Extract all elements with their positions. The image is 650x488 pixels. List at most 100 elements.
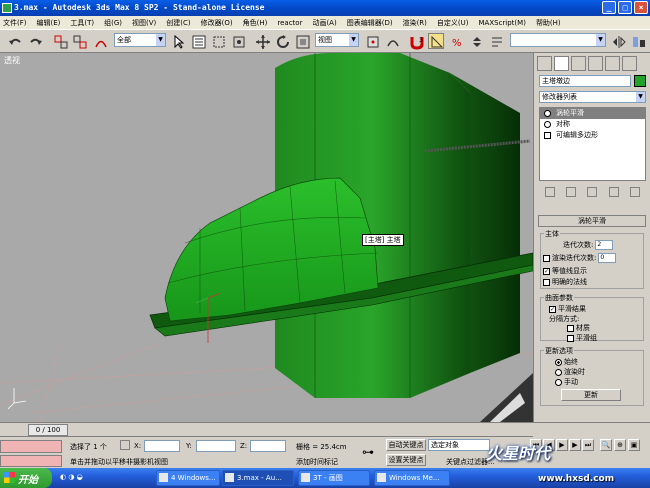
z-coordinate-field[interactable] xyxy=(250,440,286,452)
auto-key-button[interactable]: 自动关键点 xyxy=(386,439,426,451)
zoom-icon[interactable]: 🔍 xyxy=(600,439,612,451)
menu-help[interactable]: 帮助(H) xyxy=(536,18,561,28)
smooth-result-checkbox[interactable]: ✓ xyxy=(549,305,556,313)
isoline-checkbox[interactable]: ✓ xyxy=(543,267,550,275)
add-time-tag[interactable]: 添加时间标记 xyxy=(296,457,338,467)
modify-tab-icon[interactable] xyxy=(554,56,569,71)
viewport-label[interactable]: 透视 xyxy=(4,55,20,66)
pivot-point-icon[interactable] xyxy=(364,33,380,49)
angle-snap-icon[interactable] xyxy=(428,33,444,49)
show-end-result-icon[interactable] xyxy=(566,187,577,197)
zoom-extents-icon[interactable]: ▣ xyxy=(628,439,640,451)
close-button[interactable]: × xyxy=(634,1,648,14)
time-slider-handle[interactable]: 0 / 100 xyxy=(28,424,68,436)
select-and-link-icon[interactable] xyxy=(52,33,68,49)
expand-icon[interactable] xyxy=(544,132,551,139)
selection-filter-dropdown[interactable]: 全部 ▼ xyxy=(114,33,166,47)
key-icon[interactable]: ⊶ xyxy=(362,445,374,459)
selected-object-dropdown[interactable]: 选定对象 xyxy=(428,439,490,451)
play-icon[interactable]: ▶ xyxy=(556,439,568,451)
menu-rendering[interactable]: 渲染(R) xyxy=(403,18,427,28)
maximize-button[interactable]: □ xyxy=(618,1,632,14)
select-and-manipulate-icon[interactable] xyxy=(384,33,400,49)
menu-create[interactable]: 创建(C) xyxy=(166,18,190,28)
taskbar-item[interactable]: 4 Windows... xyxy=(156,470,220,486)
explicit-normals-checkbox[interactable] xyxy=(543,278,550,286)
taskbar-item[interactable]: Windows Me... xyxy=(374,470,450,486)
start-button[interactable]: 开始 xyxy=(0,468,52,488)
percent-snap-icon[interactable]: % xyxy=(448,33,464,49)
menu-character[interactable]: 角色(H) xyxy=(243,18,268,28)
object-name-field[interactable]: 主塔墩边 xyxy=(539,75,631,87)
stack-item-symmetry[interactable]: 对称 xyxy=(540,119,645,130)
rotate-icon[interactable] xyxy=(274,33,290,49)
maxscript-listener-mini[interactable] xyxy=(0,440,62,453)
menu-file[interactable]: 文件(F) xyxy=(3,18,27,28)
create-tab-icon[interactable] xyxy=(537,56,552,71)
menu-maxscript[interactable]: MAXScript(M) xyxy=(479,19,526,27)
select-object-icon[interactable] xyxy=(170,33,186,49)
time-slider[interactable]: 0 / 100 xyxy=(0,423,533,437)
bulb-icon[interactable] xyxy=(544,110,551,117)
update-always-radio[interactable] xyxy=(555,358,562,366)
material-checkbox[interactable] xyxy=(567,324,574,332)
scale-icon[interactable] xyxy=(294,33,310,49)
redo-icon[interactable] xyxy=(27,33,43,49)
set-key-button[interactable]: 设置关键点 xyxy=(386,454,426,466)
update-manual-radio[interactable] xyxy=(555,378,562,386)
menu-tools[interactable]: 工具(T) xyxy=(70,18,94,28)
utilities-tab-icon[interactable] xyxy=(622,56,637,71)
make-unique-icon[interactable] xyxy=(587,187,598,197)
mirror-icon[interactable] xyxy=(610,33,626,49)
next-frame-icon[interactable]: ▶ xyxy=(569,439,581,451)
rectangular-selection-icon[interactable] xyxy=(210,33,226,49)
turbosmooth-rollout-header[interactable]: 涡轮平滑 xyxy=(538,215,646,227)
pin-stack-icon[interactable] xyxy=(544,187,555,197)
object-color-swatch[interactable] xyxy=(634,75,646,87)
motion-tab-icon[interactable] xyxy=(588,56,603,71)
menu-reactor[interactable]: reactor xyxy=(277,19,302,27)
configure-modifier-sets-icon[interactable] xyxy=(630,187,641,197)
bind-to-space-warp-icon[interactable] xyxy=(92,33,108,49)
hierarchy-tab-icon[interactable] xyxy=(571,56,586,71)
perspective-viewport[interactable]: 透视 [主塔] 主塔 xyxy=(0,53,533,422)
remove-modifier-icon[interactable] xyxy=(608,187,619,197)
smoothing-groups-checkbox[interactable] xyxy=(567,334,574,342)
named-selection-icon[interactable] xyxy=(488,33,504,49)
quick-launch-icons[interactable]: ◐ ◑ ◒ xyxy=(60,473,83,481)
taskbar-item[interactable]: 3T - 画图 xyxy=(298,470,370,486)
menu-group[interactable]: 组(G) xyxy=(104,18,122,28)
stack-item-turbosmooth[interactable]: 涡轮平滑 xyxy=(540,108,645,119)
undo-icon[interactable] xyxy=(6,33,22,49)
align-icon[interactable] xyxy=(630,33,646,49)
named-selection-sets-dropdown[interactable]: ▼ xyxy=(510,33,606,47)
render-iterations-checkbox[interactable] xyxy=(543,254,550,262)
menu-modifiers[interactable]: 修改器(O) xyxy=(201,18,233,28)
iterations-spinner[interactable]: 2 xyxy=(595,240,614,250)
window-crossing-icon[interactable] xyxy=(230,33,246,49)
menu-animation[interactable]: 动画(A) xyxy=(312,18,336,28)
unlink-selection-icon[interactable] xyxy=(71,33,87,49)
minimize-button[interactable]: _ xyxy=(602,1,616,14)
menu-views[interactable]: 视图(V) xyxy=(132,18,156,28)
render-iterations-spinner[interactable]: 0 xyxy=(598,253,617,263)
select-by-name-icon[interactable] xyxy=(190,33,206,49)
maxscript-output-mini[interactable] xyxy=(0,455,62,467)
stack-item-editable-poly[interactable]: 可编辑多边形 xyxy=(540,130,645,141)
menu-edit[interactable]: 编辑(E) xyxy=(37,18,61,28)
update-button[interactable]: 更新 xyxy=(561,389,621,401)
zoom-all-icon[interactable]: ⊕ xyxy=(614,439,626,451)
menu-customize[interactable]: 自定义(U) xyxy=(437,18,469,28)
go-to-end-icon[interactable]: ⏭ xyxy=(582,439,594,451)
modifier-list-dropdown[interactable]: 修改器列表 ▼ xyxy=(539,91,646,103)
bulb-icon[interactable] xyxy=(544,121,551,128)
taskbar-item[interactable]: 3.max - Au... xyxy=(222,470,294,486)
menu-graph-editors[interactable]: 图表编辑器(D) xyxy=(347,18,393,28)
display-tab-icon[interactable] xyxy=(605,56,620,71)
update-when-rendering-radio[interactable] xyxy=(555,368,562,376)
lock-selection-icon[interactable] xyxy=(120,440,130,450)
reference-coordinate-dropdown[interactable]: 视图 ▼ xyxy=(315,33,359,47)
move-icon[interactable] xyxy=(254,33,270,49)
snaps-toggle-icon[interactable]: 3 xyxy=(408,33,424,50)
x-coordinate-field[interactable] xyxy=(144,440,180,452)
